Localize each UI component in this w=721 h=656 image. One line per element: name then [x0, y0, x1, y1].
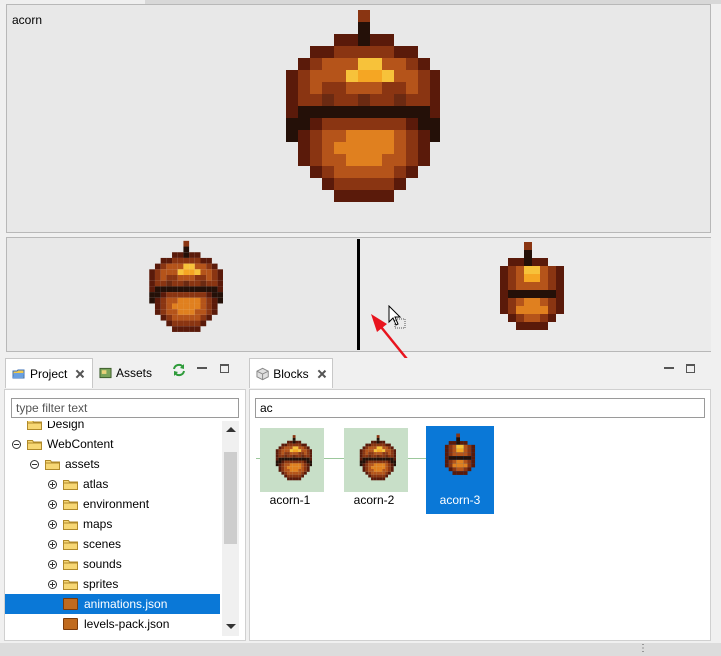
project-panel-tabbar: Project Assets: [0, 358, 245, 389]
close-icon[interactable]: [75, 369, 85, 379]
json-file-icon: [63, 598, 78, 610]
tree-item[interactable]: maps: [5, 514, 220, 534]
folder-icon: [45, 459, 60, 470]
tab-project-label: Project: [30, 366, 68, 381]
tab-blocks-label: Blocks: [273, 366, 309, 381]
acorn-1-thumbnail: [275, 435, 312, 481]
acorn-2-thumbnail: [359, 435, 396, 481]
tree-item[interactable]: animations.json: [5, 594, 220, 614]
block-acorn-2[interactable]: [344, 428, 408, 492]
blocks-filter-input[interactable]: [255, 398, 705, 418]
playhead-line[interactable]: [357, 239, 360, 350]
acorn-large-sprite: [286, 10, 440, 202]
tree-item-label: maps: [83, 517, 113, 531]
tree-item-label: levels-pack.json: [84, 617, 170, 631]
tree-item[interactable]: Design: [5, 421, 220, 434]
folder-icon: [63, 579, 78, 590]
close-icon[interactable]: [317, 369, 326, 379]
minimize-icon[interactable]: [197, 367, 207, 369]
block-label: acorn-2: [353, 493, 395, 507]
scrollbar-thumb[interactable]: [224, 452, 237, 544]
expand-icon[interactable]: [48, 539, 57, 549]
folder-icon: [63, 499, 78, 510]
block-label: acorn-3: [439, 493, 481, 507]
expand-icon[interactable]: [48, 499, 57, 509]
tab-assets-label: Assets: [115, 366, 152, 380]
project-tree[interactable]: Design WebContent assets atlas environment ma…: [5, 421, 220, 639]
refresh-icon[interactable]: [171, 362, 187, 378]
assets-icon: [99, 367, 112, 379]
tree-item-label: atlas: [83, 477, 109, 491]
tab-assets[interactable]: Assets: [93, 358, 158, 388]
expand-icon[interactable]: [48, 579, 57, 589]
folder-icon: [63, 559, 78, 570]
tree-item-label: sounds: [83, 557, 122, 571]
expand-icon[interactable]: [48, 559, 57, 569]
tree-item[interactable]: scenes: [5, 534, 220, 554]
tree-item-label: sprites: [83, 577, 119, 591]
tree-item-label: environment: [83, 497, 150, 511]
status-bar: ⋮: [0, 643, 721, 656]
tab-blocks[interactable]: Blocks: [249, 358, 333, 388]
status-grip-icon: ⋮: [638, 643, 648, 654]
maximize-icon[interactable]: [220, 364, 229, 373]
blocks-icon: [256, 367, 269, 380]
tree-item-label: scenes: [83, 537, 122, 551]
tree-item[interactable]: levels-pack.json: [5, 614, 220, 634]
tree-item[interactable]: assets: [5, 454, 220, 474]
tree-item[interactable]: sprites: [5, 574, 220, 594]
folder-icon: [63, 479, 78, 490]
folder-icon: [27, 439, 42, 450]
expand-icon[interactable]: [48, 519, 57, 529]
block-acorn-1[interactable]: [260, 428, 324, 492]
tree-item-label: animations.json: [84, 597, 168, 611]
collapse-icon[interactable]: [12, 439, 21, 449]
folder-icon: [63, 519, 78, 530]
collapse-icon[interactable]: [30, 459, 39, 469]
tree-item[interactable]: environment: [5, 494, 220, 514]
project-filter-input[interactable]: [11, 398, 239, 418]
minimize-icon[interactable]: [664, 367, 674, 369]
tab-project[interactable]: Project: [5, 358, 93, 388]
acorn-3-thumbnail: [444, 433, 476, 475]
tree-item[interactable]: WebContent: [5, 434, 220, 454]
project-icon: [12, 369, 25, 378]
acorn-frame-sprite-right: [500, 242, 564, 330]
tree-item[interactable]: sounds: [5, 554, 220, 574]
tree-item-label: Design: [47, 421, 85, 431]
folder-icon: [63, 539, 78, 550]
tree-item[interactable]: atlas: [5, 474, 220, 494]
folder-icon: [27, 421, 42, 430]
block-label: acorn-1: [269, 493, 311, 507]
scroll-up-icon[interactable]: [226, 427, 236, 432]
preview-title: acorn: [12, 13, 43, 27]
tree-item-label: assets: [65, 457, 100, 471]
scroll-down-icon[interactable]: [226, 624, 236, 629]
acorn-frame-sprite-left: [149, 240, 223, 332]
json-file-icon: [63, 618, 78, 630]
blocks-panel-tabbar: Blocks: [249, 358, 711, 389]
expand-icon[interactable]: [48, 479, 57, 489]
tree-item-label: WebContent: [47, 437, 114, 451]
maximize-icon[interactable]: [686, 364, 695, 373]
